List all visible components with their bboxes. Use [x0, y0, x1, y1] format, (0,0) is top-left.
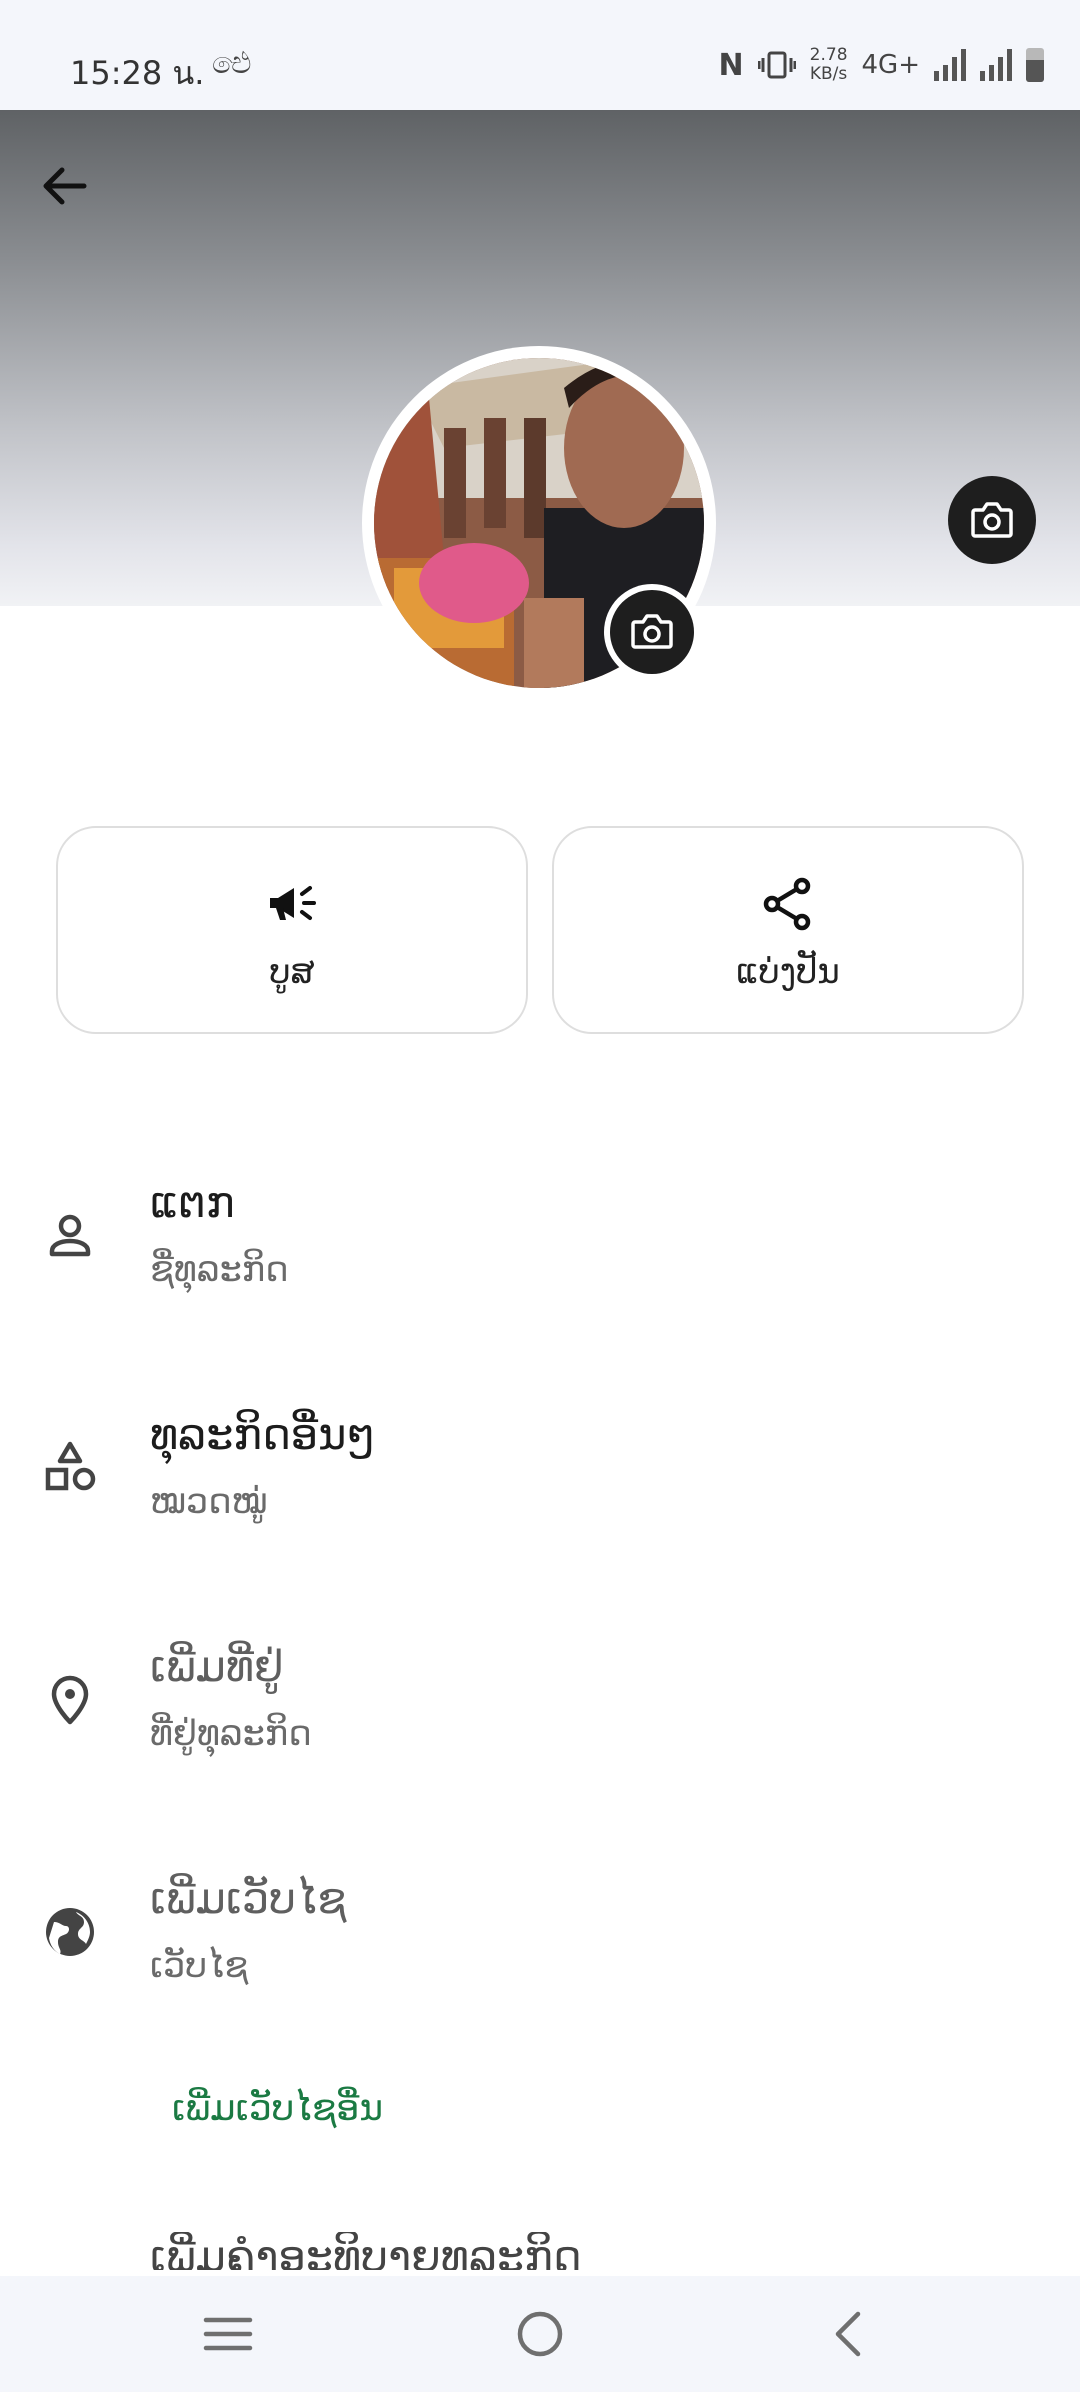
status-bar: 15:28 น. ඓ N 2.78 KB/s 4G+ [0, 0, 1080, 110]
boost-button[interactable]: ບູສ [56, 826, 528, 1034]
back-chevron-icon[interactable] [818, 2302, 882, 2366]
status-icons: N 2.78 KB/s 4G+ [719, 40, 1044, 90]
menu-icon[interactable] [196, 2302, 260, 2366]
business-name-label: ຊື່ທຸລະກິດ [150, 1250, 289, 1290]
person-icon [49, 1214, 91, 1257]
vibrate-icon [757, 51, 796, 79]
address-row[interactable]: ເພີ່ມທີ່ຢູ່ ທີ່ຢູ່ທຸລະກິດ [0, 1614, 1080, 1814]
boost-label: ບູສ [269, 952, 315, 992]
signal-icon [934, 49, 966, 81]
signal-icon-2 [980, 49, 1012, 81]
system-nav-bar [0, 2276, 1080, 2392]
network-type: 4G+ [861, 50, 920, 80]
status-time: 15:28 น. [70, 54, 205, 92]
cover-camera-button[interactable] [948, 476, 1036, 564]
location-pin-icon [51, 1675, 89, 1725]
battery-icon [1026, 48, 1044, 82]
business-name-row[interactable]: ແຕກ ຊື່ທຸລະກິດ [0, 1150, 1080, 1350]
share-icon [763, 877, 811, 931]
address-label: ທີ່ຢູ່ທຸລະກິດ [150, 1714, 312, 1754]
camera-icon [631, 614, 673, 649]
nfc-icon: N [718, 47, 744, 83]
camera-icon [971, 502, 1013, 538]
add-description-row[interactable]: ເພີ່ມຄຳອະທິບາຍທຸລະກິດ [150, 2232, 582, 2270]
globe-icon [46, 1908, 94, 1956]
shapes-icon [45, 1441, 96, 1491]
network-speed: 2.78 KB/s [809, 45, 848, 84]
website-label: ເວັບໄຊ [150, 1946, 249, 1986]
sync-icon: ඓ [212, 46, 252, 81]
business-name-value: ແຕກ [150, 1178, 235, 1228]
back-arrow-icon[interactable] [30, 150, 100, 220]
add-address-label: ເພີ່ມທີ່ຢູ່ [150, 1642, 284, 1692]
category-row[interactable]: ທຸລະກິດອື່ນໆ ໝວດໝູ່ [0, 1382, 1080, 1582]
avatar-camera-button[interactable] [604, 584, 700, 680]
category-value: ທຸລະກິດອື່ນໆ [150, 1410, 376, 1460]
share-button[interactable]: ແບ່ງປັນ [552, 826, 1024, 1034]
home-circle-icon[interactable] [508, 2302, 572, 2366]
share-label: ແບ່ງປັນ [736, 952, 840, 992]
add-another-website-link[interactable]: ເພີ່ມເວັບໄຊອື່ນ [172, 2088, 383, 2129]
megaphone-icon [270, 886, 316, 920]
category-label: ໝວດໝູ່ [150, 1482, 268, 1522]
website-row[interactable]: ເພີ່ມເວັບໄຊ ເວັບໄຊ [0, 1846, 1080, 2046]
add-website-label: ເພີ່ມເວັບໄຊ [150, 1874, 347, 1924]
